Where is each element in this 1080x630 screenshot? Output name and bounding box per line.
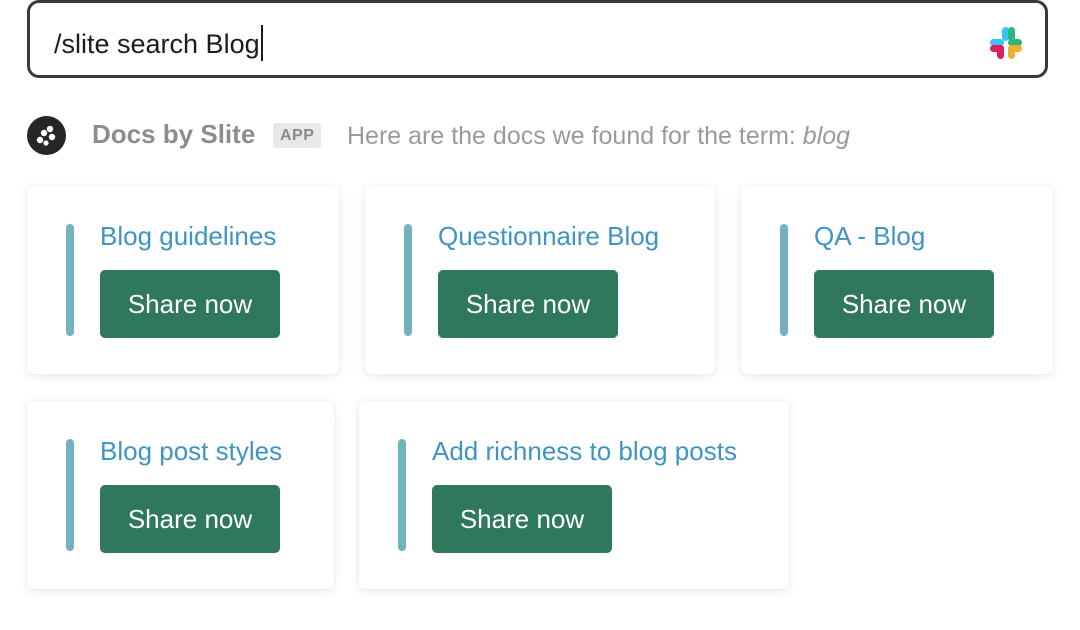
share-now-button[interactable]: Share now (814, 270, 994, 338)
result-card: Questionnaire Blog Share now (365, 186, 715, 374)
search-term: blog (802, 122, 851, 150)
share-now-button[interactable]: Share now (100, 485, 280, 553)
share-now-button[interactable]: Share now (100, 270, 280, 338)
command-text: /slite search Blog (54, 25, 263, 61)
card-accent-bar (398, 439, 406, 551)
share-now-button[interactable]: Share now (432, 485, 612, 553)
card-accent-bar (66, 439, 74, 551)
app-name[interactable]: Docs by Slite (92, 118, 255, 150)
app-message-prefix: Here are the docs we found for the term: (347, 122, 803, 150)
app-message-row: Docs by Slite APP Here are the docs we f… (27, 116, 1027, 156)
app-message: Here are the docs we found for the term:… (347, 120, 850, 152)
text-cursor (260, 25, 263, 61)
card-accent-bar (404, 224, 412, 336)
result-title-link[interactable]: Add richness to blog posts (432, 434, 737, 468)
message-input[interactable]: /slite search Blog (27, 0, 1048, 78)
slack-icon[interactable] (989, 26, 1023, 60)
result-card: QA - Blog Share now (741, 186, 1053, 374)
slite-logo-icon[interactable] (27, 116, 66, 155)
app-badge: APP (273, 123, 322, 148)
card-accent-bar (66, 224, 74, 336)
result-card: Blog guidelines Share now (27, 186, 339, 374)
result-title-link[interactable]: Blog post styles (100, 434, 282, 468)
result-card: Add richness to blog posts Share now (359, 401, 789, 589)
share-now-button[interactable]: Share now (438, 270, 618, 338)
result-title-link[interactable]: Blog guidelines (100, 219, 276, 253)
result-card: Blog post styles Share now (27, 401, 334, 589)
result-title-link[interactable]: Questionnaire Blog (438, 219, 659, 253)
card-accent-bar (780, 224, 788, 336)
result-title-link[interactable]: QA - Blog (814, 219, 925, 253)
